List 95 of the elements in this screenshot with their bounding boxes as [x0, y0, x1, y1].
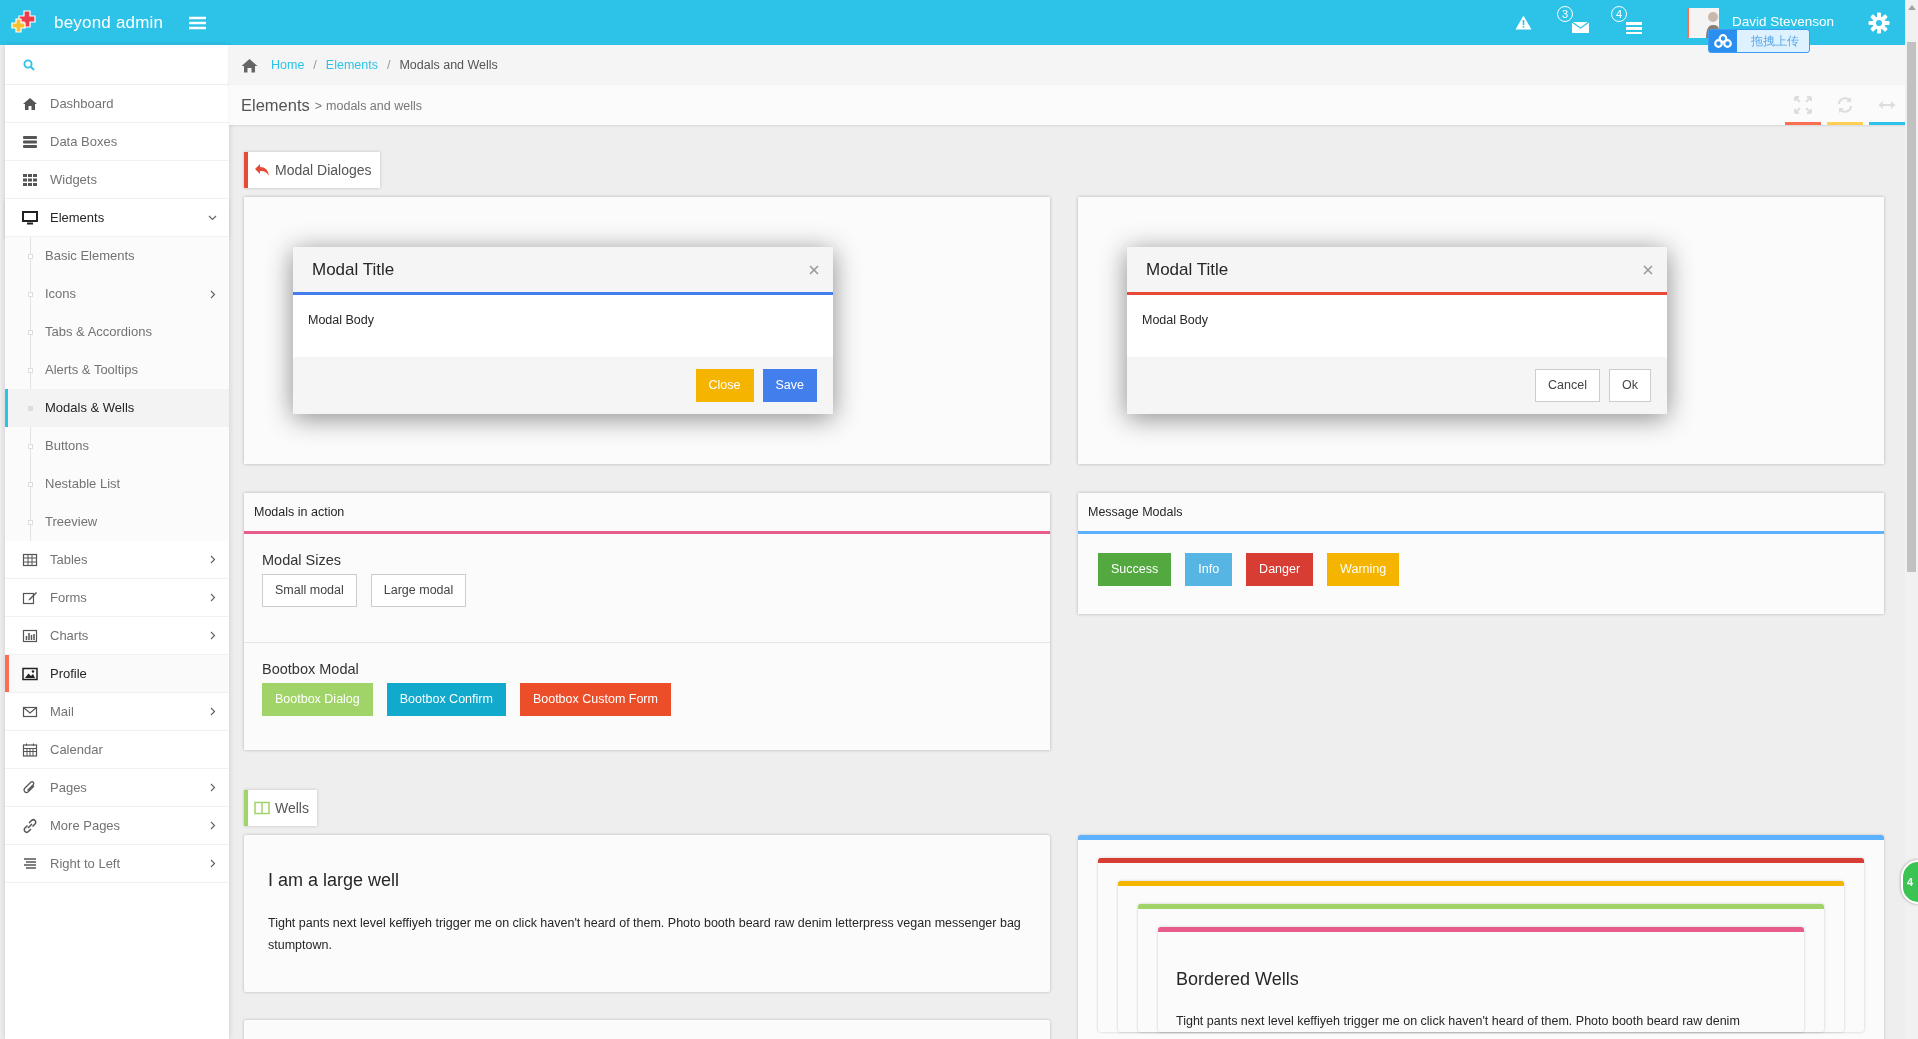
- widget-header: Modals in action: [244, 493, 1050, 534]
- chevron-right-icon: [208, 593, 217, 602]
- button[interactable]: Large modal: [370, 574, 467, 608]
- avatar[interactable]: [1686, 7, 1719, 38]
- submenu-item[interactable]: Modals & Wells: [5, 389, 229, 427]
- well-title: I am a large well: [268, 869, 401, 892]
- breadcrumb-separator: /: [386, 56, 391, 74]
- upload-label: 拖拽上传: [1750, 33, 1800, 50]
- lines-icon: [22, 855, 38, 872]
- button[interactable]: Small modal: [262, 574, 357, 608]
- well-title: Bordered Wells: [1176, 968, 1300, 991]
- sidebar-item[interactable]: Forms: [5, 579, 229, 617]
- scrollbar-thumb[interactable]: [1907, 42, 1916, 572]
- well-text: Tight pants next level keffiyeh trigger me on click haven't heard of them. Photo booth beard raw denim: [1176, 1013, 1741, 1030]
- group-title: Modal Sizes: [262, 552, 342, 570]
- sidebar-item[interactable]: Data Boxes: [5, 123, 229, 161]
- home-icon[interactable]: [241, 57, 258, 73]
- sidebar-item[interactable]: Right to Left: [5, 845, 229, 883]
- sidebar-item[interactable]: Pages: [5, 769, 229, 807]
- notification-count: 4: [1610, 5, 1627, 22]
- envelope-icon[interactable]: [1571, 21, 1589, 34]
- widget-header: Message Modals: [1078, 493, 1884, 534]
- table-icon: [22, 551, 38, 568]
- modal-body-text: Modal Body: [308, 313, 374, 327]
- submenu-item[interactable]: Nestable List: [5, 465, 229, 503]
- group-title: Bootbox Modal: [262, 661, 360, 679]
- well-text: Tight pants next level keffiyeh trigger me on click haven't heard of them. Photo booth beard raw denim letterpress vegan messenger bag stumptown.: [268, 915, 1022, 954]
- menu-icon[interactable]: [189, 15, 207, 30]
- section-header: Wells: [244, 790, 317, 826]
- chevron-right-icon: [208, 289, 217, 299]
- sidebar-item[interactable]: Widgets: [5, 161, 229, 199]
- scroll-up-icon[interactable]: [1907, 5, 1916, 10]
- sidebar-item[interactable]: More Pages: [5, 807, 229, 845]
- bullet-icon: [28, 291, 33, 297]
- submenu-item[interactable]: Treeview: [5, 503, 229, 541]
- submenu-item[interactable]: Tabs & Accordions: [5, 313, 229, 351]
- expand-icon: [1794, 96, 1812, 114]
- cloud-icon: [1714, 34, 1732, 48]
- sidebar-item[interactable]: Calendar: [5, 731, 229, 769]
- breadcrumb-separator: /: [313, 56, 317, 74]
- close-icon[interactable]: [809, 264, 819, 275]
- button[interactable]: Cancel: [1535, 369, 1600, 402]
- sidebar-item[interactable]: Mail: [5, 693, 229, 731]
- chevron-right-icon: [208, 859, 217, 868]
- notification-count: 3: [1556, 5, 1573, 22]
- bullet-icon: [28, 443, 33, 449]
- search-icon: [23, 58, 35, 71]
- chevron-right-icon: [208, 631, 217, 640]
- grid-icon: [22, 171, 38, 188]
- modal-body-text: Modal Body: [1142, 313, 1208, 327]
- bullet-icon: [28, 519, 33, 525]
- button[interactable]: Save: [762, 369, 817, 402]
- bullet-icon: [28, 367, 33, 373]
- submenu-item[interactable]: Basic Elements: [5, 237, 229, 275]
- edit-icon: [22, 589, 38, 606]
- settings-icon[interactable]: [1868, 11, 1890, 34]
- bar-chart-icon: [22, 627, 38, 644]
- button[interactable]: Ok: [1609, 369, 1651, 402]
- image-icon: [22, 665, 38, 682]
- bullet-icon: [28, 253, 33, 259]
- refresh-icon: [1836, 96, 1854, 114]
- home-icon: [22, 95, 38, 112]
- chevron-right-icon: [208, 783, 217, 792]
- sidebar-item[interactable]: Tables: [5, 541, 229, 579]
- columns-icon: [254, 801, 270, 815]
- page-separator: >: [314, 98, 323, 116]
- close-icon[interactable]: [1643, 264, 1653, 275]
- submenu-item[interactable]: Icons: [5, 275, 229, 313]
- chevron-down-icon: [208, 213, 217, 222]
- chevron-right-icon: [208, 555, 217, 564]
- sidebar-item[interactable]: Profile: [5, 655, 229, 693]
- breadcrumb-current: Modals and Wells: [399, 56, 498, 74]
- page-subtitle: modals and wells: [326, 98, 422, 116]
- tasks-icon[interactable]: [1625, 21, 1643, 34]
- submenu-item[interactable]: Alerts & Tooltips: [5, 351, 229, 389]
- page-title: Elements: [241, 94, 310, 116]
- link-icon: [22, 817, 38, 834]
- submenu-item[interactable]: Buttons: [5, 427, 229, 465]
- bullet-icon: [28, 329, 33, 335]
- calendar-icon: [22, 741, 38, 758]
- reply-icon: [254, 163, 270, 177]
- button[interactable]: Bootbox Confirm: [386, 683, 506, 717]
- monitor-icon: [22, 209, 38, 226]
- warning-icon[interactable]: [1514, 15, 1532, 30]
- button[interactable]: Success: [1098, 553, 1172, 586]
- chevron-right-icon: [208, 707, 217, 716]
- chevron-right-icon: [208, 821, 217, 830]
- modal-title: Modal Title: [1146, 258, 1229, 281]
- button[interactable]: Danger: [1246, 553, 1314, 586]
- list-icon: [22, 133, 38, 150]
- bullet-icon: [28, 481, 33, 487]
- modal-title: Modal Title: [312, 258, 395, 281]
- brand-name: beyond admin: [54, 11, 164, 34]
- button[interactable]: Bootbox Custom Form: [519, 683, 671, 717]
- section-header: Modal Dialoges: [244, 152, 380, 188]
